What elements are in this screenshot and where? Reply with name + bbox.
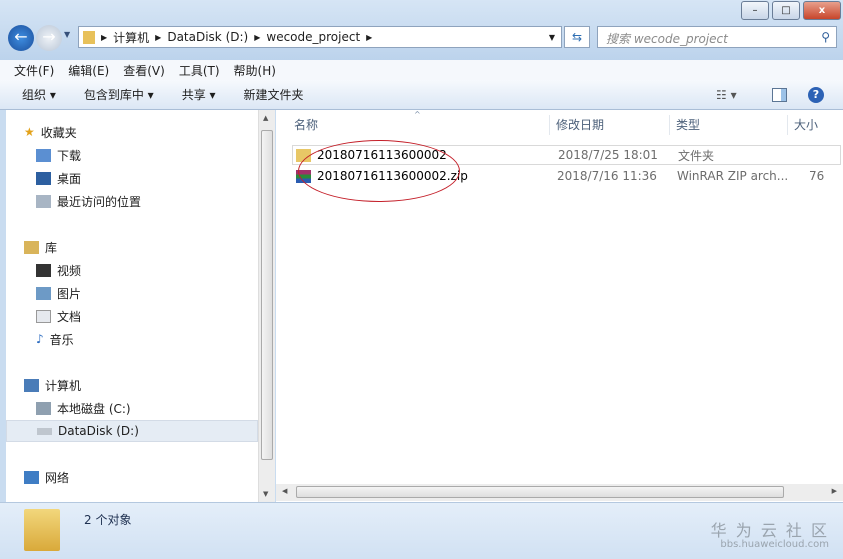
column-type[interactable]: 类型 [670, 115, 788, 135]
recent-places-icon [36, 194, 51, 208]
pictures-icon [36, 286, 51, 300]
navigation-pane: ★ 收藏夹 下载 桌面 最近访问的位置 库 视频 图片 文档 ♪ 音乐 计算机 本地… [6, 110, 258, 502]
file-date: 2018/7/25 18:01 [558, 148, 658, 162]
nav-drive-c[interactable]: 本地磁盘 (C:) [6, 397, 258, 419]
nav-network[interactable]: 网络 [6, 466, 258, 488]
close-button[interactable]: x [803, 1, 841, 20]
scroll-left-arrow[interactable]: ◀ [282, 487, 287, 495]
horizontal-scrollbar[interactable]: ◀ ▶ [276, 484, 843, 501]
video-icon [36, 263, 51, 277]
column-name[interactable]: 名称 [288, 115, 550, 135]
search-icon[interactable]: ⚲ [821, 30, 830, 44]
details-pane: 2 个对象 华 为 云 社 区 bbs.huaweicloud.com [0, 502, 843, 559]
file-type: WinRAR ZIP arch... [677, 169, 789, 183]
help-icon[interactable]: ? [808, 86, 824, 103]
include-in-library-button[interactable]: 包含到库中 ▾ [84, 86, 154, 103]
nav-downloads[interactable]: 下载 [6, 144, 258, 166]
organize-button[interactable]: 组织 ▾ [22, 86, 56, 103]
menu-help[interactable]: 帮助(H) [234, 62, 276, 79]
watermark-title: 华 为 云 社 区 [710, 521, 829, 540]
scroll-down-arrow[interactable]: ▼ [263, 490, 268, 498]
menu-view[interactable]: 查看(V) [123, 62, 165, 79]
separator-icon: ▶ [366, 32, 373, 42]
desktop-icon [36, 171, 51, 185]
new-folder-button[interactable]: 新建文件夹 [244, 86, 304, 103]
folder-large-icon [24, 509, 60, 551]
nav-scrollbar[interactable]: ▲ ▼ [258, 110, 275, 502]
minimize-button[interactable]: – [741, 1, 769, 20]
nav-drive-d[interactable]: DataDisk (D:) [6, 420, 258, 442]
back-button[interactable]: ← [8, 25, 34, 51]
label: 库 [45, 240, 58, 255]
recent-pages-dropdown[interactable]: ▼ [64, 30, 70, 39]
forward-button[interactable]: → [36, 25, 62, 51]
file-type: 文件夹 [678, 148, 715, 163]
scroll-thumb[interactable] [296, 486, 784, 498]
command-bar: 组织 ▾ 包含到库中 ▾ 共享 ▾ 新建文件夹 ☷ ▾ ? [0, 80, 843, 110]
star-icon: ★ [24, 125, 35, 139]
breadcrumb-datadisk[interactable]: DataDisk (D:) [167, 30, 248, 44]
file-size: 76 [809, 169, 825, 183]
breadcrumb-wecode[interactable]: wecode_project [266, 30, 360, 44]
downloads-icon [36, 148, 51, 162]
view-options-icon[interactable]: ☷ ▾ [716, 88, 737, 102]
label: 下载 [57, 148, 82, 163]
label: 文档 [57, 309, 82, 324]
highlight-ellipse [298, 140, 460, 202]
file-date: 2018/7/16 11:36 [557, 169, 657, 183]
nav-music[interactable]: ♪ 音乐 [6, 328, 258, 350]
label: 计算机 [45, 378, 82, 393]
nav-libraries[interactable]: 库 [6, 236, 258, 258]
label: DataDisk (D:) [58, 424, 139, 438]
refresh-icon[interactable]: ⇆ [564, 26, 590, 48]
nav-favorites[interactable]: ★ 收藏夹 [6, 121, 258, 143]
watermark-url: bbs.huaweicloud.com [720, 539, 829, 550]
scroll-thumb[interactable] [261, 130, 273, 460]
item-count: 2 个对象 [84, 513, 132, 527]
search-placeholder: 搜索 wecode_project [606, 32, 728, 46]
column-date[interactable]: 修改日期 [550, 115, 670, 135]
separator-icon: ▶ [254, 32, 261, 42]
label: 音乐 [49, 332, 74, 347]
address-dropdown[interactable]: ▼ [549, 33, 555, 42]
nav-videos[interactable]: 视频 [6, 259, 258, 281]
preview-pane-icon[interactable] [772, 87, 787, 102]
label: 最近访问的位置 [57, 194, 142, 209]
computer-icon [24, 378, 39, 392]
nav-desktop[interactable]: 桌面 [6, 167, 258, 189]
network-icon [24, 470, 39, 484]
drive-icon [37, 427, 52, 435]
column-size[interactable]: 大小 [788, 115, 843, 135]
label: 本地磁盘 (C:) [57, 401, 131, 416]
menu-edit[interactable]: 编辑(E) [68, 62, 109, 79]
file-list: ^ 名称 修改日期 类型 大小 20180716113600002 2018/7… [276, 110, 843, 502]
menu-file[interactable]: 文件(F) [14, 62, 54, 79]
nav-documents[interactable]: 文档 [6, 305, 258, 327]
label: 图片 [57, 286, 82, 301]
nav-computer[interactable]: 计算机 [6, 374, 258, 396]
search-input[interactable]: 搜索 wecode_project ⚲ [597, 26, 837, 48]
menu-tools[interactable]: 工具(T) [179, 62, 220, 79]
label: 桌面 [57, 171, 82, 186]
scroll-right-arrow[interactable]: ▶ [832, 487, 837, 495]
address-bar[interactable]: ▶ 计算机 ▶ DataDisk (D:) ▶ wecode_project ▶… [78, 26, 562, 48]
drive-icon [36, 401, 51, 415]
music-icon: ♪ [36, 332, 44, 346]
nav-recent[interactable]: 最近访问的位置 [6, 190, 258, 212]
label: 网络 [45, 470, 70, 485]
scroll-up-arrow[interactable]: ▲ [263, 114, 268, 122]
separator-icon: ▶ [155, 32, 162, 42]
separator-icon: ▶ [101, 32, 108, 42]
library-icon [24, 240, 39, 254]
folder-icon [83, 30, 95, 44]
share-button[interactable]: 共享 ▾ [182, 86, 216, 103]
maximize-button[interactable]: □ [772, 1, 800, 20]
label: 收藏夹 [40, 125, 77, 140]
nav-pictures[interactable]: 图片 [6, 282, 258, 304]
documents-icon [36, 309, 51, 323]
label: 视频 [57, 263, 82, 278]
menu-bar: 文件(F) 编辑(E) 查看(V) 工具(T) 帮助(H) [0, 60, 843, 80]
breadcrumb-computer[interactable]: 计算机 [113, 29, 149, 46]
